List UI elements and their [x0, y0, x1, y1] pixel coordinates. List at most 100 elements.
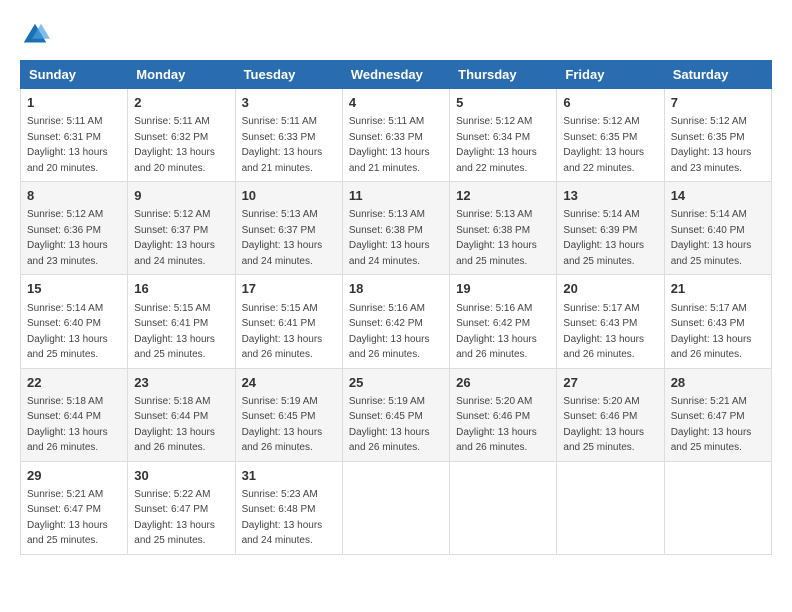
day-cell-3: 3 Sunrise: 5:11 AMSunset: 6:33 PMDaylight… — [235, 89, 342, 182]
day-cell-22: 22Sunrise: 5:18 AMSunset: 6:44 PMDayligh… — [21, 368, 128, 461]
empty-cell — [557, 461, 664, 554]
day-header-sunday: Sunday — [21, 61, 128, 89]
day-number-6: 6 — [563, 94, 657, 112]
day-info-16: Sunrise: 5:15 AMSunset: 6:41 PMDaylight:… — [134, 303, 215, 361]
day-cell-29: 29 Sunrise: 5:21 AMSunset: 6:47 PMDayligh… — [21, 461, 128, 554]
day-cell-2: 2 Sunrise: 5:11 AMSunset: 6:32 PMDaylight… — [128, 89, 235, 182]
day-number-23: 23 — [134, 374, 228, 392]
day-info-3: Sunrise: 5:11 AMSunset: 6:33 PMDaylight:… — [242, 116, 323, 174]
day-number-16: 16 — [134, 280, 228, 298]
day-cell-1: 1 Sunrise: 5:11 AMSunset: 6:31 PMDaylight… — [21, 89, 128, 182]
day-info-27: Sunrise: 5:20 AMSunset: 6:46 PMDaylight:… — [563, 396, 644, 454]
day-number-4: 4 — [349, 94, 443, 112]
day-number-18: 18 — [349, 280, 443, 298]
day-info-7: Sunrise: 5:12 AMSunset: 6:35 PMDaylight:… — [671, 116, 752, 174]
day-info-8: Sunrise: 5:12 AMSunset: 6:36 PMDaylight:… — [27, 209, 108, 267]
day-number-8: 8 — [27, 187, 121, 205]
day-info-1: Sunrise: 5:11 AMSunset: 6:31 PMDaylight:… — [27, 116, 108, 174]
day-number-17: 17 — [242, 280, 336, 298]
day-number-19: 19 — [456, 280, 550, 298]
day-info-28: Sunrise: 5:21 AMSunset: 6:47 PMDaylight:… — [671, 396, 752, 454]
day-info-24: Sunrise: 5:19 AMSunset: 6:45 PMDaylight:… — [242, 396, 323, 454]
day-cell-18: 18 Sunrise: 5:16 AMSunset: 6:42 PMDayligh… — [342, 275, 449, 368]
day-info-23: Sunrise: 5:18 AMSunset: 6:44 PMDaylight:… — [134, 396, 215, 454]
day-info-20: Sunrise: 5:17 AMSunset: 6:43 PMDaylight:… — [563, 303, 644, 361]
day-cell-26: 26 Sunrise: 5:20 AMSunset: 6:46 PMDayligh… — [450, 368, 557, 461]
calendar-week-row-3: 22Sunrise: 5:18 AMSunset: 6:44 PMDayligh… — [21, 368, 772, 461]
day-cell-6: 6 Sunrise: 5:12 AMSunset: 6:35 PMDaylight… — [557, 89, 664, 182]
day-number-29: 29 — [27, 467, 121, 485]
calendar: SundayMondayTuesdayWednesdayThursdayFrid… — [20, 60, 772, 555]
day-info-18: Sunrise: 5:16 AMSunset: 6:42 PMDaylight:… — [349, 303, 430, 361]
day-info-14: Sunrise: 5:14 AMSunset: 6:40 PMDaylight:… — [671, 209, 752, 267]
day-number-9: 9 — [134, 187, 228, 205]
day-number-25: 25 — [349, 374, 443, 392]
empty-cell — [664, 461, 771, 554]
day-number-30: 30 — [134, 467, 228, 485]
header — [20, 20, 772, 50]
calendar-week-row-1: 8 Sunrise: 5:12 AMSunset: 6:36 PMDaylight… — [21, 182, 772, 275]
day-info-29: Sunrise: 5:21 AMSunset: 6:47 PMDaylight:… — [27, 489, 108, 547]
day-number-26: 26 — [456, 374, 550, 392]
day-info-25: Sunrise: 5:19 AMSunset: 6:45 PMDaylight:… — [349, 396, 430, 454]
day-cell-31: 31 Sunrise: 5:23 AMSunset: 6:48 PMDayligh… — [235, 461, 342, 554]
day-info-26: Sunrise: 5:20 AMSunset: 6:46 PMDaylight:… — [456, 396, 537, 454]
logo-icon — [20, 20, 50, 50]
day-number-24: 24 — [242, 374, 336, 392]
day-header-monday: Monday — [128, 61, 235, 89]
day-cell-8: 8 Sunrise: 5:12 AMSunset: 6:36 PMDaylight… — [21, 182, 128, 275]
day-header-friday: Friday — [557, 61, 664, 89]
day-cell-7: 7 Sunrise: 5:12 AMSunset: 6:35 PMDaylight… — [664, 89, 771, 182]
day-number-20: 20 — [563, 280, 657, 298]
day-cell-28: 28Sunrise: 5:21 AMSunset: 6:47 PMDayligh… — [664, 368, 771, 461]
day-cell-15: 15 Sunrise: 5:14 AMSunset: 6:40 PMDayligh… — [21, 275, 128, 368]
day-info-31: Sunrise: 5:23 AMSunset: 6:48 PMDaylight:… — [242, 489, 323, 547]
day-number-1: 1 — [27, 94, 121, 112]
day-header-wednesday: Wednesday — [342, 61, 449, 89]
day-number-14: 14 — [671, 187, 765, 205]
day-cell-25: 25 Sunrise: 5:19 AMSunset: 6:45 PMDayligh… — [342, 368, 449, 461]
day-number-5: 5 — [456, 94, 550, 112]
day-info-15: Sunrise: 5:14 AMSunset: 6:40 PMDaylight:… — [27, 303, 108, 361]
calendar-header-row: SundayMondayTuesdayWednesdayThursdayFrid… — [21, 61, 772, 89]
day-cell-20: 20 Sunrise: 5:17 AMSunset: 6:43 PMDayligh… — [557, 275, 664, 368]
day-info-10: Sunrise: 5:13 AMSunset: 6:37 PMDaylight:… — [242, 209, 323, 267]
day-number-12: 12 — [456, 187, 550, 205]
calendar-week-row-4: 29 Sunrise: 5:21 AMSunset: 6:47 PMDayligh… — [21, 461, 772, 554]
day-cell-14: 14 Sunrise: 5:14 AMSunset: 6:40 PMDayligh… — [664, 182, 771, 275]
day-info-12: Sunrise: 5:13 AMSunset: 6:38 PMDaylight:… — [456, 209, 537, 267]
day-header-saturday: Saturday — [664, 61, 771, 89]
day-cell-4: 4 Sunrise: 5:11 AMSunset: 6:33 PMDaylight… — [342, 89, 449, 182]
day-info-13: Sunrise: 5:14 AMSunset: 6:39 PMDaylight:… — [563, 209, 644, 267]
empty-cell — [450, 461, 557, 554]
day-number-15: 15 — [27, 280, 121, 298]
day-info-17: Sunrise: 5:15 AMSunset: 6:41 PMDaylight:… — [242, 303, 323, 361]
day-number-31: 31 — [242, 467, 336, 485]
day-number-3: 3 — [242, 94, 336, 112]
day-cell-30: 30 Sunrise: 5:22 AMSunset: 6:47 PMDayligh… — [128, 461, 235, 554]
day-number-7: 7 — [671, 94, 765, 112]
day-cell-19: 19Sunrise: 5:16 AMSunset: 6:42 PMDayligh… — [450, 275, 557, 368]
day-cell-10: 10 Sunrise: 5:13 AMSunset: 6:37 PMDayligh… — [235, 182, 342, 275]
calendar-week-row-2: 15 Sunrise: 5:14 AMSunset: 6:40 PMDayligh… — [21, 275, 772, 368]
day-info-4: Sunrise: 5:11 AMSunset: 6:33 PMDaylight:… — [349, 116, 430, 174]
day-info-6: Sunrise: 5:12 AMSunset: 6:35 PMDaylight:… — [563, 116, 644, 174]
day-cell-21: 21 Sunrise: 5:17 AMSunset: 6:43 PMDayligh… — [664, 275, 771, 368]
day-info-21: Sunrise: 5:17 AMSunset: 6:43 PMDaylight:… — [671, 303, 752, 361]
empty-cell — [342, 461, 449, 554]
day-info-2: Sunrise: 5:11 AMSunset: 6:32 PMDaylight:… — [134, 116, 215, 174]
day-number-2: 2 — [134, 94, 228, 112]
day-cell-9: 9Sunrise: 5:12 AMSunset: 6:37 PMDaylight… — [128, 182, 235, 275]
day-number-10: 10 — [242, 187, 336, 205]
day-number-21: 21 — [671, 280, 765, 298]
day-number-27: 27 — [563, 374, 657, 392]
day-info-22: Sunrise: 5:18 AMSunset: 6:44 PMDaylight:… — [27, 396, 108, 454]
day-cell-13: 13 Sunrise: 5:14 AMSunset: 6:39 PMDayligh… — [557, 182, 664, 275]
day-info-5: Sunrise: 5:12 AMSunset: 6:34 PMDaylight:… — [456, 116, 537, 174]
day-cell-5: 5 Sunrise: 5:12 AMSunset: 6:34 PMDaylight… — [450, 89, 557, 182]
logo — [20, 20, 54, 50]
day-info-30: Sunrise: 5:22 AMSunset: 6:47 PMDaylight:… — [134, 489, 215, 547]
day-header-tuesday: Tuesday — [235, 61, 342, 89]
day-number-13: 13 — [563, 187, 657, 205]
day-cell-27: 27 Sunrise: 5:20 AMSunset: 6:46 PMDayligh… — [557, 368, 664, 461]
